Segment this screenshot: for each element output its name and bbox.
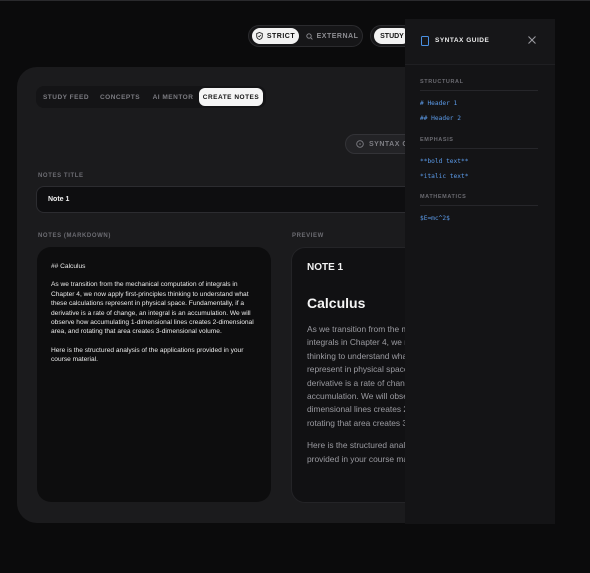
strict-mode-button[interactable]: STRICT: [252, 28, 299, 44]
syntax-guide-title: SYNTAX GUIDE: [435, 37, 490, 44]
syntax-example: ## Header 2: [420, 114, 461, 122]
syntax-example: # Header 1: [420, 100, 458, 107]
tab-bar: STUDY FEED CONCEPTS AI MENTOR CREATE NOT…: [36, 86, 266, 108]
top-border: [0, 0, 590, 1]
main-card: STUDY FEED CONCEPTS AI MENTOR CREATE NOT…: [17, 67, 437, 523]
syntax-guide-panel: SYNTAX GUIDE STRUCTURAL # Header 1 ## He…: [405, 19, 555, 524]
strict-label: STRICT: [266, 32, 296, 40]
section-title: STRUCTURAL: [420, 79, 538, 91]
tab-concepts[interactable]: CONCEPTS: [96, 88, 144, 106]
syntax-example: $E=mc^2$: [420, 215, 450, 222]
external-mode-button[interactable]: EXTERNAL: [305, 28, 359, 44]
tab-study-feed[interactable]: STUDY FEED: [42, 88, 90, 106]
notes-title-label: NOTES TITLE: [38, 173, 84, 179]
syntax-guide-header: SYNTAX GUIDE: [405, 19, 555, 65]
section-title: EMPHASIS: [420, 137, 538, 149]
tab-create-notes[interactable]: CREATE NOTES: [199, 88, 263, 106]
shield-icon: [256, 32, 263, 40]
section-title: MATHEMATICS: [420, 194, 538, 206]
book-icon: [421, 36, 429, 46]
help-circle-icon: [356, 140, 364, 148]
notes-title-input[interactable]: Note 1: [36, 186, 437, 213]
tab-ai-mentor[interactable]: AI MENTOR: [148, 88, 198, 106]
editor-heading: ## Calculus: [51, 263, 86, 270]
mathematics-section: MATHEMATICS $E=mc^2$: [420, 194, 538, 230]
syntax-example: *italic text*: [420, 172, 469, 180]
structural-section: STRUCTURAL # Header 1 ## Header 2: [420, 79, 538, 129]
editor-paragraph: Here is the structured analysis of the a…: [51, 346, 244, 364]
notes-markdown-label: NOTES (MARKDOWN): [38, 233, 111, 239]
preview-label: PREVIEW: [292, 233, 324, 239]
mode-toggle: STRICT EXTERNAL: [248, 25, 363, 47]
external-label: EXTERNAL: [316, 32, 359, 40]
syntax-example: **bold text**: [420, 158, 469, 165]
close-icon[interactable]: [526, 35, 538, 47]
search-icon: [305, 32, 313, 40]
markdown-editor[interactable]: ## Calculus As we transition from the me…: [37, 247, 271, 502]
emphasis-section: EMPHASIS **bold text** *italic text*: [420, 137, 538, 187]
editor-paragraph: As we transition from the mechanical com…: [51, 281, 254, 336]
